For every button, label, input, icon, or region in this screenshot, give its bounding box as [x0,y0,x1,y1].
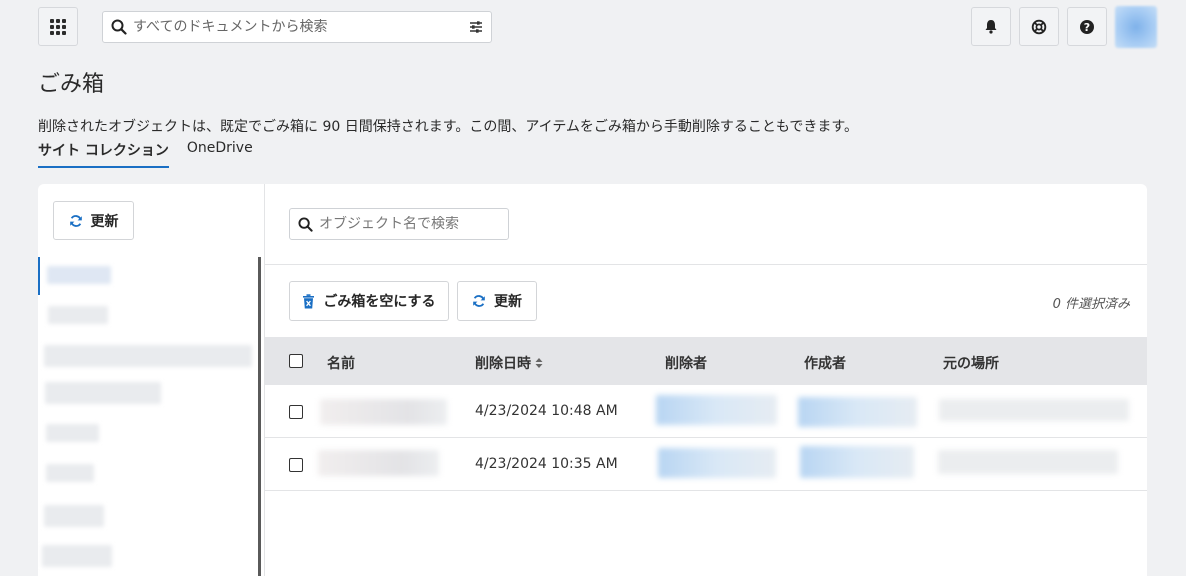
deleted-by-redacted [656,395,777,425]
refresh-icon [473,295,485,307]
location-redacted [939,399,1129,421]
recycle-bin-card: 更新 オブジェクト名で検索 ごみ箱を空にする 更新 0 件選択済み 名前 削除日… [38,184,1147,576]
column-header-name[interactable]: 名前 [327,353,355,373]
page-title: ごみ箱 [38,72,105,97]
lifebuoy-icon [1031,19,1047,34]
site-list-item[interactable] [44,505,104,527]
column-header-location[interactable]: 元の場所 [943,353,999,373]
support-button[interactable] [1019,7,1059,46]
search-icon [298,216,313,232]
created-by-redacted [800,446,914,478]
deleted-date-cell: 4/23/2024 10:35 AM [475,456,618,472]
site-list-pane: 更新 [38,184,265,576]
filter-icon[interactable] [469,20,483,34]
help-icon: ? [1080,19,1094,34]
items-refresh-button[interactable]: 更新 [457,281,537,321]
refresh-icon [69,214,82,227]
table-row[interactable]: 4/23/2024 10:48 AM [265,385,1147,438]
divider [265,264,1147,265]
table-row[interactable]: 4/23/2024 10:35 AM [265,438,1147,491]
object-search-input[interactable] [319,216,500,232]
selected-count: 0 件選択済み [1052,297,1130,312]
svg-text:?: ? [1084,21,1090,34]
global-search-input[interactable] [133,19,469,35]
items-refresh-label: 更新 [494,294,522,310]
app-launcher-button[interactable] [38,7,78,46]
site-list-item[interactable] [44,345,252,367]
trash-icon [303,293,315,308]
site-list-item[interactable] [46,424,99,442]
sort-icon [535,358,543,368]
bell-icon [985,20,997,34]
deleted-items-pane: ごみ箱を空にする 更新 0 件選択済み 名前 削除日時 削除者 [265,184,1147,576]
help-button[interactable]: ? [1067,7,1107,46]
site-refresh-label: 更新 [90,213,119,230]
site-list-scrollbar[interactable] [258,257,261,576]
site-list-item[interactable] [46,464,94,482]
site-list-item[interactable] [48,306,108,324]
select-all-checkbox[interactable] [289,354,303,368]
created-by-redacted [798,397,917,427]
column-header-deleted-date-label: 削除日時 [475,356,531,372]
page-description: 削除されたオブジェクトは、既定でごみ箱に 90 日間保持されます。この間、アイテ… [38,119,858,135]
site-list-item[interactable] [42,545,112,567]
deleted-date-cell: 4/23/2024 10:48 AM [475,403,618,419]
column-header-deleted-by[interactable]: 削除者 [665,353,707,373]
tab-onedrive[interactable]: OneDrive [187,140,253,168]
user-avatar[interactable] [1115,6,1157,48]
tab-site-collections[interactable]: サイト コレクション [38,140,169,168]
item-name-redacted [320,399,447,425]
location-redacted [938,450,1118,474]
table-header: 名前 削除日時 削除者 作成者 元の場所 [265,337,1147,385]
column-header-deleted-date[interactable]: 削除日時 [475,353,543,373]
empty-recycle-bin-button[interactable]: ごみ箱を空にする [289,281,449,321]
empty-recycle-bin-label: ごみ箱を空にする [323,294,436,310]
apps-grid-icon [50,18,66,35]
site-list-item[interactable] [45,382,161,404]
row-checkbox[interactable] [289,458,303,472]
column-header-created-by[interactable]: 作成者 [804,353,846,373]
deleted-by-redacted [658,448,776,478]
search-icon [111,19,127,35]
site-list-item[interactable] [47,266,111,284]
tab-bar: サイト コレクション OneDrive [38,140,253,168]
notifications-button[interactable] [971,7,1011,46]
row-checkbox[interactable] [289,405,303,419]
object-search-box[interactable] [289,208,509,240]
item-name-redacted [318,450,439,476]
site-refresh-button[interactable]: 更新 [53,201,134,240]
global-search-box[interactable] [102,11,492,43]
selected-site-indicator [38,257,40,295]
